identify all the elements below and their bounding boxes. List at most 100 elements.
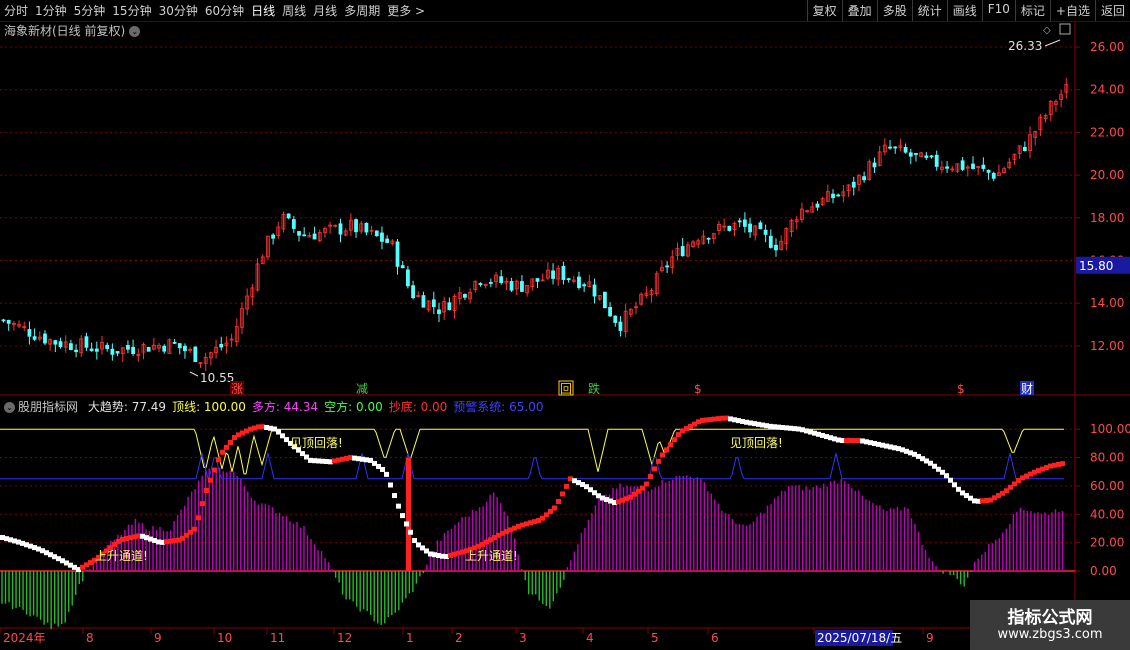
trend-segment xyxy=(672,437,677,443)
candle-body xyxy=(74,349,78,353)
ind-axis-label: 0.00 xyxy=(1090,564,1117,578)
candle xyxy=(302,227,307,237)
candle xyxy=(530,278,535,291)
candle xyxy=(250,283,255,306)
candle xyxy=(219,336,224,351)
trend-segment xyxy=(212,467,217,473)
candle xyxy=(63,335,68,353)
trend-segment xyxy=(952,482,957,488)
candle xyxy=(260,254,265,265)
candle xyxy=(1022,141,1027,152)
candle-body xyxy=(364,222,369,233)
candle xyxy=(328,221,333,234)
candle xyxy=(903,143,908,154)
candle xyxy=(452,293,457,319)
candle xyxy=(214,339,218,359)
candle-body xyxy=(815,203,820,208)
candle xyxy=(815,201,820,211)
candle-body xyxy=(27,329,32,337)
candle-body xyxy=(421,295,426,308)
candle xyxy=(229,333,234,348)
candle xyxy=(411,280,415,300)
candle xyxy=(390,238,395,246)
trend-segment xyxy=(388,482,393,488)
chart-canvas[interactable]: 26.0024.0022.0020.0018.0016.0014.0012.00… xyxy=(0,0,1130,650)
watermark-url: www.zbgs3.com xyxy=(997,627,1103,642)
candle xyxy=(929,155,934,159)
candle xyxy=(120,347,125,362)
candle xyxy=(613,315,618,327)
trend-segment xyxy=(560,491,565,497)
candle xyxy=(146,346,151,352)
candle xyxy=(494,272,498,288)
candle xyxy=(437,302,441,323)
candle xyxy=(810,201,815,213)
trend-segment xyxy=(192,526,197,532)
price-axis-label: 18.00 xyxy=(1090,211,1124,225)
candle xyxy=(266,235,270,261)
candle-body xyxy=(986,169,991,173)
candle xyxy=(644,286,649,299)
trend-segment xyxy=(552,505,557,511)
candle xyxy=(177,343,182,355)
candle xyxy=(706,237,711,244)
candle-body xyxy=(395,241,400,267)
candle xyxy=(566,277,571,283)
candle xyxy=(851,176,856,196)
candle-body xyxy=(115,351,120,354)
candle-body xyxy=(84,336,89,348)
candle-body xyxy=(405,269,410,287)
candle xyxy=(421,291,426,308)
candle xyxy=(986,169,991,180)
candle xyxy=(872,157,877,173)
trend-segment xyxy=(404,521,409,527)
candle-body xyxy=(851,181,856,188)
candle xyxy=(825,184,830,202)
candle xyxy=(717,220,721,235)
candle xyxy=(1043,113,1048,123)
chevron-down-icon[interactable]: ⌄ xyxy=(4,402,15,413)
trend-segment xyxy=(208,477,213,483)
candle xyxy=(37,331,42,342)
trend-segment xyxy=(564,483,569,489)
indicator-value: 抄底: 0.00 xyxy=(388,400,448,414)
date-label: 10 xyxy=(217,631,232,645)
trend-segment xyxy=(400,513,405,519)
indicator-value: 顶线: 100.00 xyxy=(172,400,246,414)
candle-body xyxy=(888,146,892,149)
candle xyxy=(281,211,286,233)
candle-body xyxy=(613,315,618,323)
date-label: 2 xyxy=(455,631,463,645)
candle xyxy=(981,157,986,172)
candle xyxy=(737,217,742,228)
candle xyxy=(157,342,161,353)
event-marker: 财 xyxy=(1021,382,1033,396)
candle xyxy=(151,338,156,351)
trend-segment xyxy=(384,471,389,477)
candle xyxy=(997,164,1001,177)
candle-body xyxy=(737,220,742,223)
trend-annotation: 上升通道! xyxy=(95,549,148,563)
candle xyxy=(742,212,747,233)
candle-body xyxy=(680,246,685,257)
candle-body xyxy=(774,244,778,251)
candle xyxy=(597,294,602,301)
event-marker: 减 xyxy=(356,382,368,396)
candle-body xyxy=(177,343,182,349)
candle xyxy=(711,232,716,244)
candle-body xyxy=(929,155,934,158)
candle xyxy=(701,230,706,245)
candle-body xyxy=(146,347,151,352)
date-label: 11 xyxy=(270,631,285,645)
date-label: 9 xyxy=(154,631,162,645)
candle-body xyxy=(447,302,452,311)
trend-segment xyxy=(228,439,233,445)
event-marker: $ xyxy=(694,382,702,396)
candle xyxy=(618,316,623,337)
candle xyxy=(43,330,47,346)
candle xyxy=(17,320,21,329)
candle-body xyxy=(126,345,130,350)
candle xyxy=(748,217,752,238)
candle xyxy=(431,291,436,315)
candle xyxy=(234,318,239,347)
